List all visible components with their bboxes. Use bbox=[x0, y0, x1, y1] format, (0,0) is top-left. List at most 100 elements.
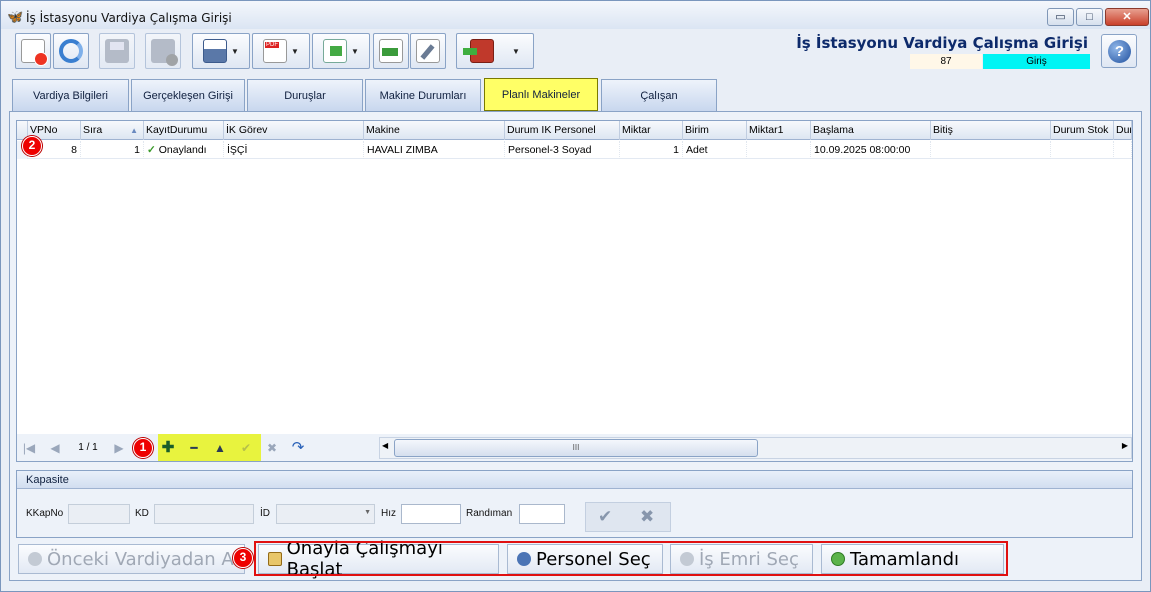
tab-calisan[interactable]: Çalışan bbox=[601, 79, 717, 111]
remove-record-icon[interactable]: ━ bbox=[184, 438, 204, 458]
confirm-edit-icon[interactable]: ✔ bbox=[236, 438, 256, 458]
grid-navigator: |◀ ◀ 1 / 1 ▶ ✚ ━ ▲ ✔ ✖ ↷ ◀ III ▶ bbox=[17, 434, 1132, 461]
add-record-icon[interactable]: ✚ bbox=[158, 438, 178, 458]
main-window: 🦋 İş İstasyonu Vardiya Çalışma Girişi ▭ … bbox=[0, 0, 1151, 592]
scrollbar-thumb[interactable]: III bbox=[394, 439, 758, 457]
cell-miktar: 1 bbox=[620, 141, 683, 159]
hiz-field[interactable] bbox=[401, 504, 461, 524]
help-icon: ? bbox=[1108, 40, 1131, 63]
new-delete-button[interactable] bbox=[15, 33, 51, 69]
approved-check-icon: ✓ bbox=[147, 144, 156, 156]
kapasite-cancel-icon[interactable]: ✖ bbox=[640, 507, 654, 527]
settings-wrench-button[interactable] bbox=[410, 33, 446, 69]
cancel-edit-icon[interactable]: ✖ bbox=[262, 438, 282, 458]
record-number: 87 bbox=[910, 54, 982, 69]
save-button[interactable] bbox=[99, 33, 135, 69]
cell-kayitdurumu: ✓ Onaylandı bbox=[144, 141, 224, 159]
kapasite-title: Kapasite bbox=[17, 471, 1132, 489]
previous-record-icon[interactable]: ◀ bbox=[45, 438, 65, 458]
tab-gerceklesen-girisi[interactable]: Gerçekleşen Girişi bbox=[131, 79, 245, 111]
dropdown-arrow-icon: ▼ bbox=[231, 46, 239, 56]
col-header-sira-label: Sıra bbox=[83, 124, 103, 136]
grid-header: VPNo Sıra ▲ KayıtDurumu İK Görev Makine D… bbox=[17, 121, 1132, 140]
copy-export-button[interactable]: ▼ bbox=[312, 33, 370, 69]
dropdown-arrow-icon: ▼ bbox=[291, 46, 299, 56]
col-header-miktar[interactable]: Miktar bbox=[620, 121, 683, 140]
cell-miktar1 bbox=[747, 141, 811, 159]
refresh-icon bbox=[59, 39, 83, 63]
cell-makine: HAVALI ZIMBA bbox=[364, 141, 505, 159]
tab-vardiya-bilgileri[interactable]: Vardiya Bilgileri bbox=[12, 79, 129, 111]
annotation-badge-3: 3 bbox=[233, 548, 253, 568]
col-header-sira[interactable]: Sıra ▲ bbox=[81, 121, 144, 140]
scroll-right-icon[interactable]: ▶ bbox=[1122, 441, 1128, 450]
sort-ascending-icon: ▲ bbox=[130, 126, 138, 135]
onceki-label: Önceki Vardiyadan Al bbox=[47, 548, 239, 570]
kkapno-field bbox=[68, 504, 130, 524]
chevron-down-icon: ▼ bbox=[364, 509, 371, 516]
kapasite-group: Kapasite KKapNo KD İD ▼ Hız Randıman ✔ ✖ bbox=[16, 470, 1133, 538]
tab-planli-makineler[interactable]: Planlı Makineler bbox=[484, 78, 598, 111]
highlight-frame bbox=[254, 541, 1008, 576]
refresh-button[interactable] bbox=[53, 33, 89, 69]
copy-export-icon bbox=[323, 39, 348, 63]
pdf-export-button[interactable]: PDF ▼ bbox=[252, 33, 310, 69]
cell-kayitdurumu-text: Onaylandı bbox=[158, 144, 207, 156]
save-icon bbox=[105, 39, 129, 63]
help-button[interactable]: ? bbox=[1101, 34, 1137, 68]
maximize-button[interactable]: □ bbox=[1076, 8, 1103, 26]
col-header-miktar1[interactable]: Miktar1 bbox=[747, 121, 811, 140]
scroll-left-icon[interactable]: ◀ bbox=[382, 441, 388, 450]
import-icon bbox=[379, 39, 403, 63]
save-cancel-button[interactable] bbox=[145, 33, 181, 69]
cell-durum-ik-personel: Personel-3 Soyad bbox=[505, 141, 620, 159]
kd-label: KD bbox=[135, 508, 149, 519]
col-header-birim[interactable]: Birim bbox=[683, 121, 747, 140]
kd-field bbox=[154, 504, 254, 524]
minimize-button[interactable]: ▭ bbox=[1047, 8, 1074, 26]
cell-ik-gorev: İŞÇİ bbox=[224, 141, 364, 159]
save-cancel-icon bbox=[151, 39, 178, 66]
tab-duruslar[interactable]: Duruşlar bbox=[247, 79, 363, 111]
col-header-baslama[interactable]: Başlama bbox=[811, 121, 931, 140]
col-header-bitis[interactable]: Bitiş bbox=[931, 121, 1051, 140]
planned-machines-grid[interactable]: VPNo Sıra ▲ KayıtDurumu İK Görev Makine D… bbox=[16, 120, 1133, 462]
col-header-durum-ik-personel[interactable]: Durum IK Personel bbox=[505, 121, 620, 140]
print-button[interactable]: ▼ bbox=[192, 33, 250, 69]
import-button[interactable] bbox=[373, 33, 409, 69]
col-header-kayitdurumu[interactable]: KayıtDurumu bbox=[144, 121, 224, 140]
move-up-icon[interactable]: ▲ bbox=[210, 438, 230, 458]
cell-dur bbox=[1114, 141, 1132, 159]
redo-icon[interactable]: ↷ bbox=[288, 438, 308, 458]
form-title: İş İstasyonu Vardiya Çalışma Girişi bbox=[796, 34, 1088, 52]
cell-baslama: 10.09.2025 08:00:00 bbox=[811, 141, 931, 159]
id-select[interactable]: ▼ bbox=[276, 504, 375, 524]
id-label: İD bbox=[260, 508, 270, 519]
pdf-export-icon: PDF bbox=[263, 39, 288, 63]
kapasite-confirm-icon[interactable]: ✔ bbox=[598, 507, 612, 527]
annotation-badge-1: 1 bbox=[133, 438, 153, 458]
onceki-vardiyadan-al-button[interactable]: Önceki Vardiyadan Al bbox=[18, 544, 245, 574]
randiman-field[interactable] bbox=[519, 504, 565, 524]
page-indicator: 1 / 1 bbox=[78, 442, 98, 453]
close-button[interactable]: ✕ bbox=[1105, 8, 1149, 26]
randiman-label: Randıman bbox=[466, 508, 513, 519]
cell-durum-stok bbox=[1051, 141, 1114, 159]
next-record-icon[interactable]: ▶ bbox=[109, 438, 129, 458]
col-header-makine[interactable]: Makine bbox=[364, 121, 505, 140]
first-record-icon[interactable]: |◀ bbox=[19, 438, 39, 458]
col-header-ik-gorev[interactable]: İK Görev bbox=[224, 121, 364, 140]
table-row[interactable]: 8 1 ✓ Onaylandı İŞÇİ HAVALI ZIMBA Person… bbox=[17, 141, 1132, 159]
col-header-dur[interactable]: Dur bbox=[1114, 121, 1132, 140]
cell-birim: Adet bbox=[683, 141, 747, 159]
kapasite-action-buttons: ✔ ✖ bbox=[585, 502, 671, 532]
horizontal-scrollbar[interactable]: ◀ III ▶ bbox=[379, 437, 1132, 459]
kkapno-label: KKapNo bbox=[26, 508, 64, 519]
settings-wrench-icon bbox=[416, 39, 440, 63]
exit-button[interactable]: ▼ bbox=[456, 33, 534, 69]
print-icon bbox=[203, 39, 228, 63]
window-title: İş İstasyonu Vardiya Çalışma Girişi bbox=[26, 11, 232, 25]
cell-sira: 1 bbox=[81, 141, 144, 159]
col-header-durum-stok[interactable]: Durum Stok bbox=[1051, 121, 1114, 140]
tab-makine-durumlari[interactable]: Makine Durumları bbox=[365, 79, 481, 111]
